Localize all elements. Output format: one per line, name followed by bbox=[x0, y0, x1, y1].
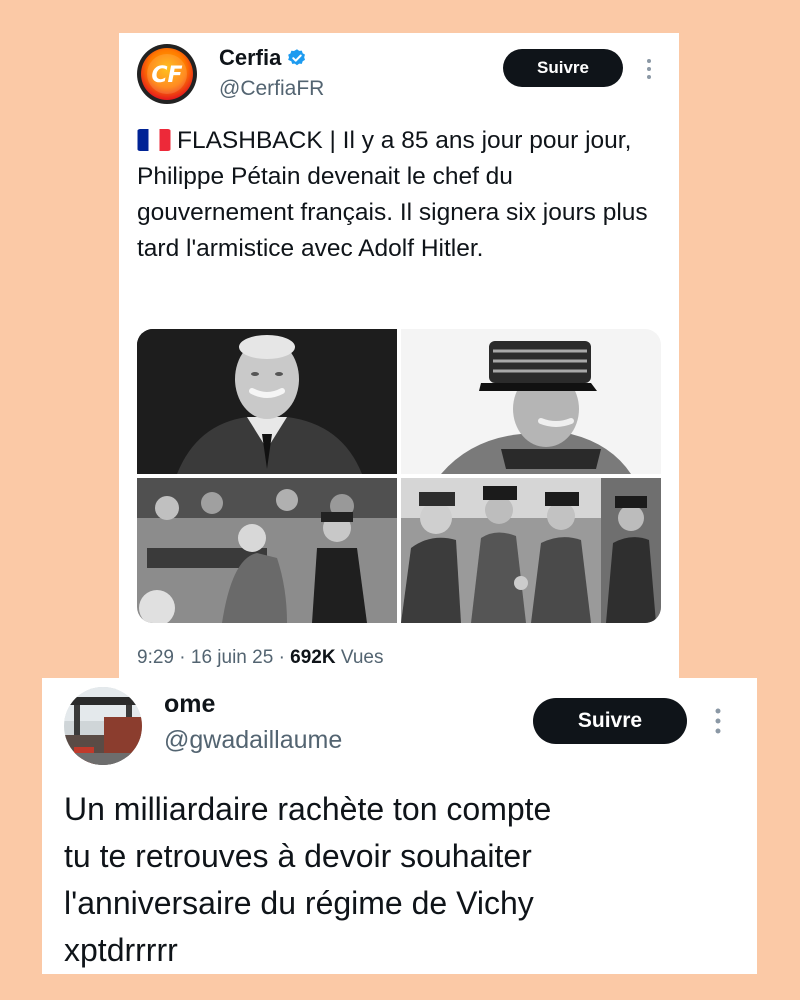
tweet-author-name[interactable]: Cerfia bbox=[219, 45, 307, 71]
verified-badge-icon bbox=[288, 49, 306, 66]
meta-separator: · bbox=[278, 647, 285, 668]
reply-text: Un milliardaire rachète ton compte tu te… bbox=[64, 786, 744, 974]
tweet-text: FLASHBACK | Il y a 85 ans jour pour jour… bbox=[137, 123, 667, 267]
reply-author-name[interactable]: ome bbox=[164, 690, 215, 719]
photo-trial[interactable] bbox=[137, 478, 397, 623]
photo-petain-kepi[interactable] bbox=[401, 329, 661, 474]
flag-france-icon bbox=[137, 129, 171, 151]
tweet-date[interactable]: 16 juin 25 bbox=[191, 647, 273, 668]
author-handle[interactable]: @CerfiaFR bbox=[219, 77, 324, 101]
views-count: 692K bbox=[290, 647, 336, 668]
reply-card: ome @gwadaillaume Suivre Un milliardaire… bbox=[42, 678, 757, 974]
reply-text-line: xptdrrrrr bbox=[64, 932, 178, 968]
reply-text-line: tu te retrouves à devoir souhaiter bbox=[64, 838, 532, 874]
tweet-body: FLASHBACK | Il y a 85 ans jour pour jour… bbox=[137, 127, 648, 262]
meta-separator: · bbox=[179, 647, 186, 668]
avatar-logo-text: CF bbox=[151, 63, 182, 88]
tweet-card: CF Cerfia @CerfiaFR Suivre FLASHBACK | I… bbox=[119, 33, 679, 693]
views-label: Vues bbox=[340, 647, 384, 668]
tweet-meta: 9:29 · 16 juin 25 · 692K Vues bbox=[137, 647, 383, 669]
follow-button[interactable]: Suivre bbox=[503, 49, 623, 87]
reply-text-line: Un milliardaire rachète ton compte bbox=[64, 791, 552, 827]
follow-button[interactable]: Suivre bbox=[533, 698, 687, 744]
photo-petain-portrait[interactable] bbox=[137, 329, 397, 474]
more-options-icon[interactable] bbox=[711, 706, 725, 736]
more-options-icon[interactable] bbox=[643, 57, 655, 81]
photo-montoire[interactable] bbox=[401, 478, 661, 623]
reply-author-handle[interactable]: @gwadaillaume bbox=[164, 726, 342, 755]
cerfia-avatar[interactable]: CF bbox=[137, 44, 197, 104]
author-display-name: Cerfia bbox=[219, 45, 282, 70]
tweet-time[interactable]: 9:29 bbox=[137, 647, 174, 668]
reply-text-line: l'anniversaire du régime de Vichy bbox=[64, 885, 534, 921]
tweet-media-grid[interactable] bbox=[137, 329, 661, 623]
reply-avatar[interactable] bbox=[64, 687, 142, 765]
